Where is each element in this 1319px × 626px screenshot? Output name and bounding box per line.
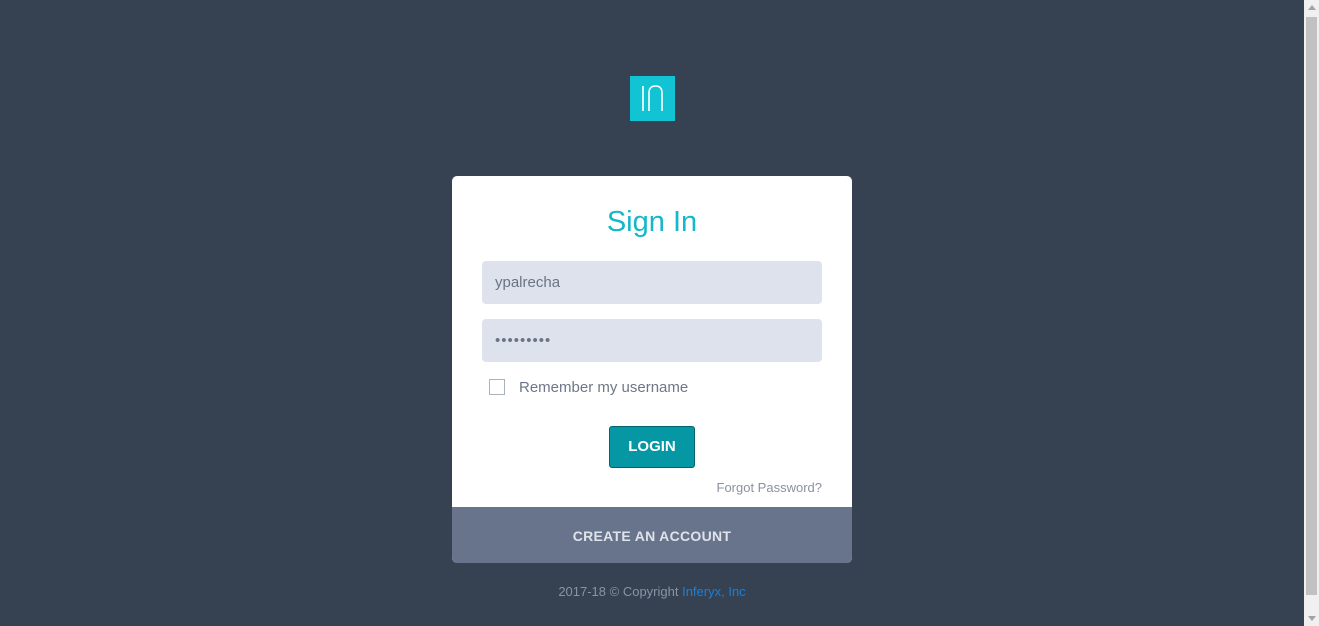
login-button[interactable]: LOGIN	[609, 426, 695, 468]
remember-username[interactable]: Remember my username	[489, 377, 688, 397]
scrollbar-thumb[interactable]	[1306, 17, 1317, 595]
page-title: Sign In	[606, 206, 698, 238]
password-field[interactable]: •••••••••	[482, 319, 822, 362]
username-field[interactable]: ypalrecha	[482, 261, 822, 304]
scroll-down-icon[interactable]	[1308, 616, 1316, 621]
signin-card: Sign In ypalrecha ••••••••• Remember my …	[452, 176, 852, 563]
company-link[interactable]: Inferyx, Inc	[682, 584, 746, 599]
footer: 2017-18 © Copyright Inferyx, Inc	[0, 584, 1304, 599]
page: Sign In ypalrecha ••••••••• Remember my …	[0, 0, 1304, 626]
logo-icon	[630, 76, 675, 121]
remember-checkbox[interactable]	[489, 379, 505, 395]
remember-label[interactable]: Remember my username	[519, 379, 688, 396]
copyright-text: 2017-18 © Copyright	[558, 584, 679, 599]
create-account-button[interactable]: CREATE AN ACCOUNT	[452, 507, 852, 563]
forgot-password-link[interactable]: Forgot Password?	[717, 480, 823, 495]
scroll-up-icon[interactable]	[1308, 5, 1316, 10]
vertical-scrollbar[interactable]	[1304, 0, 1319, 626]
